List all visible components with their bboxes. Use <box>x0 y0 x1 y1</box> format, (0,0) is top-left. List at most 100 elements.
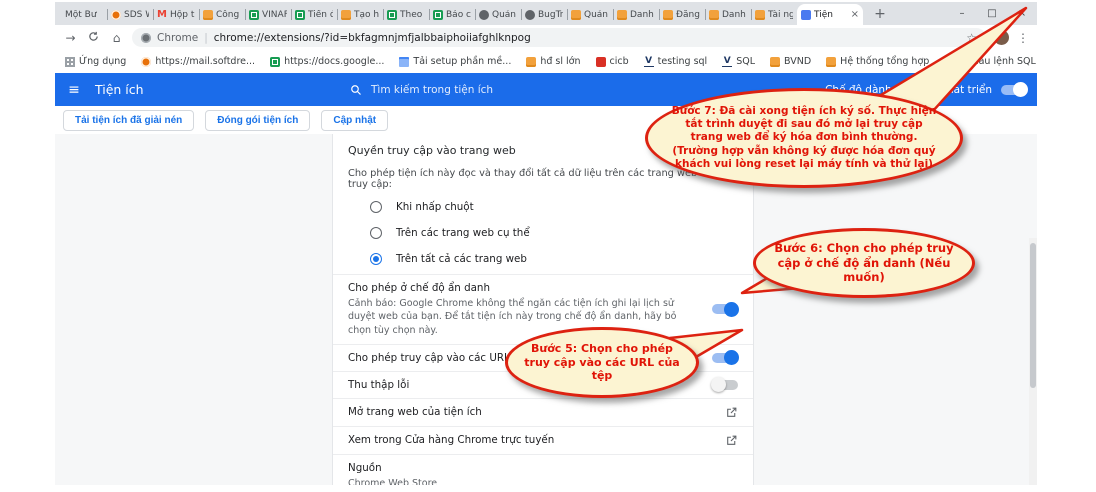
external-link-icon[interactable] <box>725 434 738 447</box>
setting-title: Mở trang web của tiện ích <box>348 406 482 418</box>
toggle-knob <box>724 302 739 317</box>
bookmark-item[interactable]: Hệ thống tổng hợp <box>826 56 929 67</box>
globe-icon <box>525 10 535 20</box>
tab[interactable]: Báo cá <box>429 4 475 25</box>
tab-close-icon[interactable]: × <box>851 9 859 20</box>
extension-detail-card: Quyền truy cập vào trang web Cho phép ti… <box>332 134 754 485</box>
tab[interactable]: Danh s <box>705 4 751 25</box>
bookmark-label: https://docs.google... <box>284 56 384 67</box>
asterisk-icon <box>141 57 151 67</box>
maximize-window-icon[interactable]: □ <box>977 2 1007 25</box>
setting-row-text: NguồnChrome Web Store <box>348 462 437 485</box>
action-button-3[interactable]: Cập nhật <box>321 110 388 131</box>
setting-row[interactable]: Mở trang web của tiện ích <box>333 399 753 427</box>
radio-label: Trên tất cả các trang web <box>396 253 527 265</box>
tab-label: VINAFR <box>262 10 287 20</box>
bookmark-label: Ứng dụng <box>79 56 126 67</box>
bookmark-item[interactable]: VSQL <box>722 56 755 67</box>
tab[interactable]: Theo d <box>383 4 429 25</box>
radio-icon[interactable] <box>370 227 382 239</box>
setting-title: Cho phép ở chế độ ẩn danh <box>348 282 693 294</box>
globe-icon <box>479 10 489 20</box>
radio-icon[interactable] <box>370 201 382 213</box>
site-access-options: Khi nhấp chuột Trên các trang web cụ thể T… <box>348 194 738 272</box>
tabs-container: Một BưSDS WeMHộp thCông tyVINAFRTiến độT… <box>61 2 863 25</box>
setting-title: Xem trong Cửa hàng Chrome trực tuyến <box>348 434 554 446</box>
search-icon <box>350 84 362 96</box>
apps-icon <box>65 57 75 67</box>
tab[interactable]: Tạo hó <box>337 4 383 25</box>
tab[interactable]: Công ty <box>199 4 245 25</box>
profile-avatar[interactable] <box>994 30 1009 45</box>
sheets-icon <box>249 10 259 20</box>
tab[interactable]: Quản lý <box>567 4 613 25</box>
site-access-option: Trên các trang web cụ thể <box>348 220 738 246</box>
search-placeholder: Tìm kiếm trong tiện ích <box>371 84 493 96</box>
hamburger-menu-icon[interactable]: ≡ <box>65 82 83 98</box>
browser-menu-icon[interactable]: ⋮ <box>1017 31 1029 45</box>
tab-active[interactable]: Tiện× <box>797 4 863 25</box>
bookmark-item[interactable]: @13 câu lệnh SQL qu... <box>944 56 1037 67</box>
browser-toolbar: → ⌂ Chrome | chrome://extensions/?id=bkf… <box>55 25 1037 50</box>
home-icon[interactable]: ⌂ <box>109 31 124 45</box>
bookmarks-bar: Ứng dụng https://mail.softdre... https://d… <box>55 50 1037 73</box>
tab-label: Hộp th <box>170 10 195 20</box>
radio-selected-icon[interactable] <box>370 253 382 265</box>
tab[interactable]: Danh s <box>613 4 659 25</box>
bookmark-item[interactable]: Tải setup phần mề... <box>399 56 511 67</box>
bookmark-item[interactable]: hđ sl lớn <box>526 56 580 67</box>
forward-icon[interactable]: → <box>63 31 78 45</box>
setting-row-text: Mở trang web của tiện ích <box>348 406 482 418</box>
bookmark-label: Tải setup phần mề... <box>413 56 511 67</box>
address-bar[interactable]: Chrome | chrome://extensions/?id=bkfagmn… <box>132 28 986 47</box>
bookmark-label: testing sql <box>658 56 708 67</box>
tab[interactable]: VINAFR <box>245 4 291 25</box>
window-controls: –□× <box>947 2 1037 25</box>
bookmark-item[interactable]: Vtesting sql <box>644 56 708 67</box>
bookmark-item[interactable]: BVND <box>770 56 811 67</box>
callout-step5-text: Bước 5: Chọn cho phép truy cập vào các U… <box>521 342 683 383</box>
invoice-icon <box>617 10 627 20</box>
tab[interactable]: Một Bư <box>61 4 107 25</box>
new-tab-button[interactable]: + <box>869 4 891 24</box>
bookmark-star-icon[interactable]: ☆ <box>966 31 977 45</box>
action-button-2[interactable]: Đóng gói tiện ích <box>205 110 310 131</box>
invoice-icon <box>341 10 351 20</box>
at-icon: @ <box>944 57 954 67</box>
bookmark-label: https://mail.softdre... <box>155 56 255 67</box>
asterisk-icon <box>111 10 121 20</box>
tab[interactable]: Quản lý <box>475 4 521 25</box>
external-link-icon[interactable] <box>725 406 738 419</box>
bookmark-item[interactable]: https://docs.google... <box>270 56 384 67</box>
puzzle-icon <box>801 10 811 20</box>
page-scrollbar[interactable] <box>1029 238 1037 485</box>
bookmark-item[interactable]: cicb <box>596 56 629 67</box>
tab[interactable]: Tài ngu <box>751 4 797 25</box>
scrollbar-thumb[interactable] <box>1030 243 1036 388</box>
action-button-1[interactable]: Tải tiện ích đã giải nén <box>63 110 194 131</box>
tab[interactable]: BugTra <box>521 4 567 25</box>
tab-label: Tài ngu <box>768 10 793 20</box>
tab[interactable]: MHộp th <box>153 4 199 25</box>
tab-label: Quản lý <box>492 10 517 20</box>
sheets-icon <box>270 57 280 67</box>
bookmark-item[interactable]: Ứng dụng <box>65 56 126 67</box>
tab-label: Quản lý <box>584 10 609 20</box>
reload-icon[interactable] <box>86 31 101 45</box>
tab-label: Báo cá <box>446 10 471 20</box>
setting-subtitle: Chrome Web Store <box>348 477 437 485</box>
extensions-search[interactable]: Tìm kiếm trong tiện ích <box>350 84 493 96</box>
tab[interactable]: SDS We <box>107 4 153 25</box>
tab[interactable]: Tiến độ <box>291 4 337 25</box>
close-window-icon[interactable]: × <box>1007 2 1037 25</box>
radio-label: Khi nhấp chuột <box>396 201 474 213</box>
toggle-on[interactable] <box>712 353 738 363</box>
bookmark-item[interactable]: https://mail.softdre... <box>141 56 255 67</box>
tab[interactable]: Đăng n <box>659 4 705 25</box>
setting-row[interactable]: Xem trong Cửa hàng Chrome trực tuyến <box>333 427 753 455</box>
toggle-off[interactable] <box>712 380 738 390</box>
tab-label: Theo d <box>400 10 425 20</box>
developer-mode-toggle[interactable] <box>1001 85 1027 95</box>
toggle-on[interactable] <box>712 304 738 314</box>
minimize-window-icon[interactable]: – <box>947 2 977 25</box>
